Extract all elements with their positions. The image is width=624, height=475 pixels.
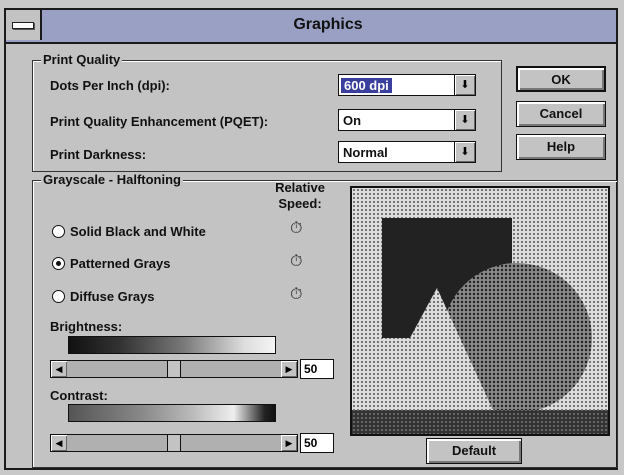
brightness-slider[interactable]: ◀ ▶ <box>50 360 298 378</box>
left-arrow-icon[interactable]: ◀ <box>51 435 67 451</box>
halftone-preview-image <box>352 188 608 434</box>
contrast-value[interactable]: 50 <box>300 433 334 453</box>
radio-circle[interactable] <box>52 290 65 303</box>
right-arrow-icon[interactable]: ▶ <box>281 435 297 451</box>
contrast-label: Contrast: <box>50 388 108 403</box>
down-arrow-icon[interactable]: ⬇ <box>454 75 475 95</box>
halftone-preview <box>350 186 610 436</box>
dpi-dropdown[interactable]: 600 dpi ⬇ <box>338 74 476 96</box>
radio-label: Diffuse Grays <box>70 289 155 304</box>
dpi-label: Dots Per Inch (dpi): <box>50 78 170 93</box>
radio-label: Solid Black and White <box>70 224 206 239</box>
cancel-button[interactable]: Cancel <box>516 101 606 127</box>
relative-speed-label-1: Relative <box>275 180 325 195</box>
brightness-gradient <box>68 336 276 354</box>
pqet-dropdown[interactable]: On ⬇ <box>338 109 476 131</box>
grayscale-legend: Grayscale - Halftoning <box>41 172 183 187</box>
radio-diffuse-grays[interactable]: Diffuse Grays <box>52 289 155 304</box>
print-darkness-dropdown[interactable]: Normal ⬇ <box>338 141 476 163</box>
brightness-thumb[interactable] <box>167 361 181 377</box>
dpi-value: 600 dpi <box>341 78 392 93</box>
print-darkness-label: Print Darkness: <box>50 147 147 162</box>
dash-icon <box>12 22 34 29</box>
down-arrow-icon[interactable]: ⬇ <box>454 110 475 130</box>
stopwatch-icon: ⏱ <box>290 220 303 237</box>
title-bar[interactable]: Graphics <box>6 10 616 44</box>
system-menu-button[interactable] <box>6 10 42 40</box>
radio-solid-black-white[interactable]: Solid Black and White <box>52 224 206 239</box>
stopwatch-icon: ⏱ <box>290 286 303 303</box>
contrast-gradient <box>68 404 276 422</box>
radio-label: Patterned Grays <box>70 256 171 271</box>
radio-patterned-grays[interactable]: Patterned Grays <box>52 256 170 271</box>
brightness-value[interactable]: 50 <box>300 359 334 379</box>
relative-speed-label-2: Speed: <box>278 196 322 211</box>
stopwatch-icon: ⏱ <box>290 253 303 270</box>
radio-selected-dot <box>56 261 61 266</box>
right-arrow-icon[interactable]: ▶ <box>281 361 297 377</box>
down-arrow-icon[interactable]: ⬇ <box>454 142 475 162</box>
radio-circle[interactable] <box>52 257 65 270</box>
print-darkness-value: Normal <box>343 145 388 160</box>
contrast-slider[interactable]: ◀ ▶ <box>50 434 298 452</box>
contrast-thumb[interactable] <box>167 435 181 451</box>
window-title: Graphics <box>293 16 363 33</box>
pqet-label: Print Quality Enhancement (PQET): <box>50 114 269 129</box>
ok-button[interactable]: OK <box>516 66 606 92</box>
help-button[interactable]: Help <box>516 134 606 160</box>
radio-circle[interactable] <box>52 225 65 238</box>
default-button[interactable]: Default <box>426 438 522 464</box>
brightness-label: Brightness: <box>50 319 123 334</box>
left-arrow-icon[interactable]: ◀ <box>51 361 67 377</box>
print-quality-legend: Print Quality <box>41 52 123 67</box>
graphics-dialog: Graphics Print Quality Dots Per Inch (dp… <box>4 8 618 470</box>
pqet-value: On <box>343 113 362 128</box>
